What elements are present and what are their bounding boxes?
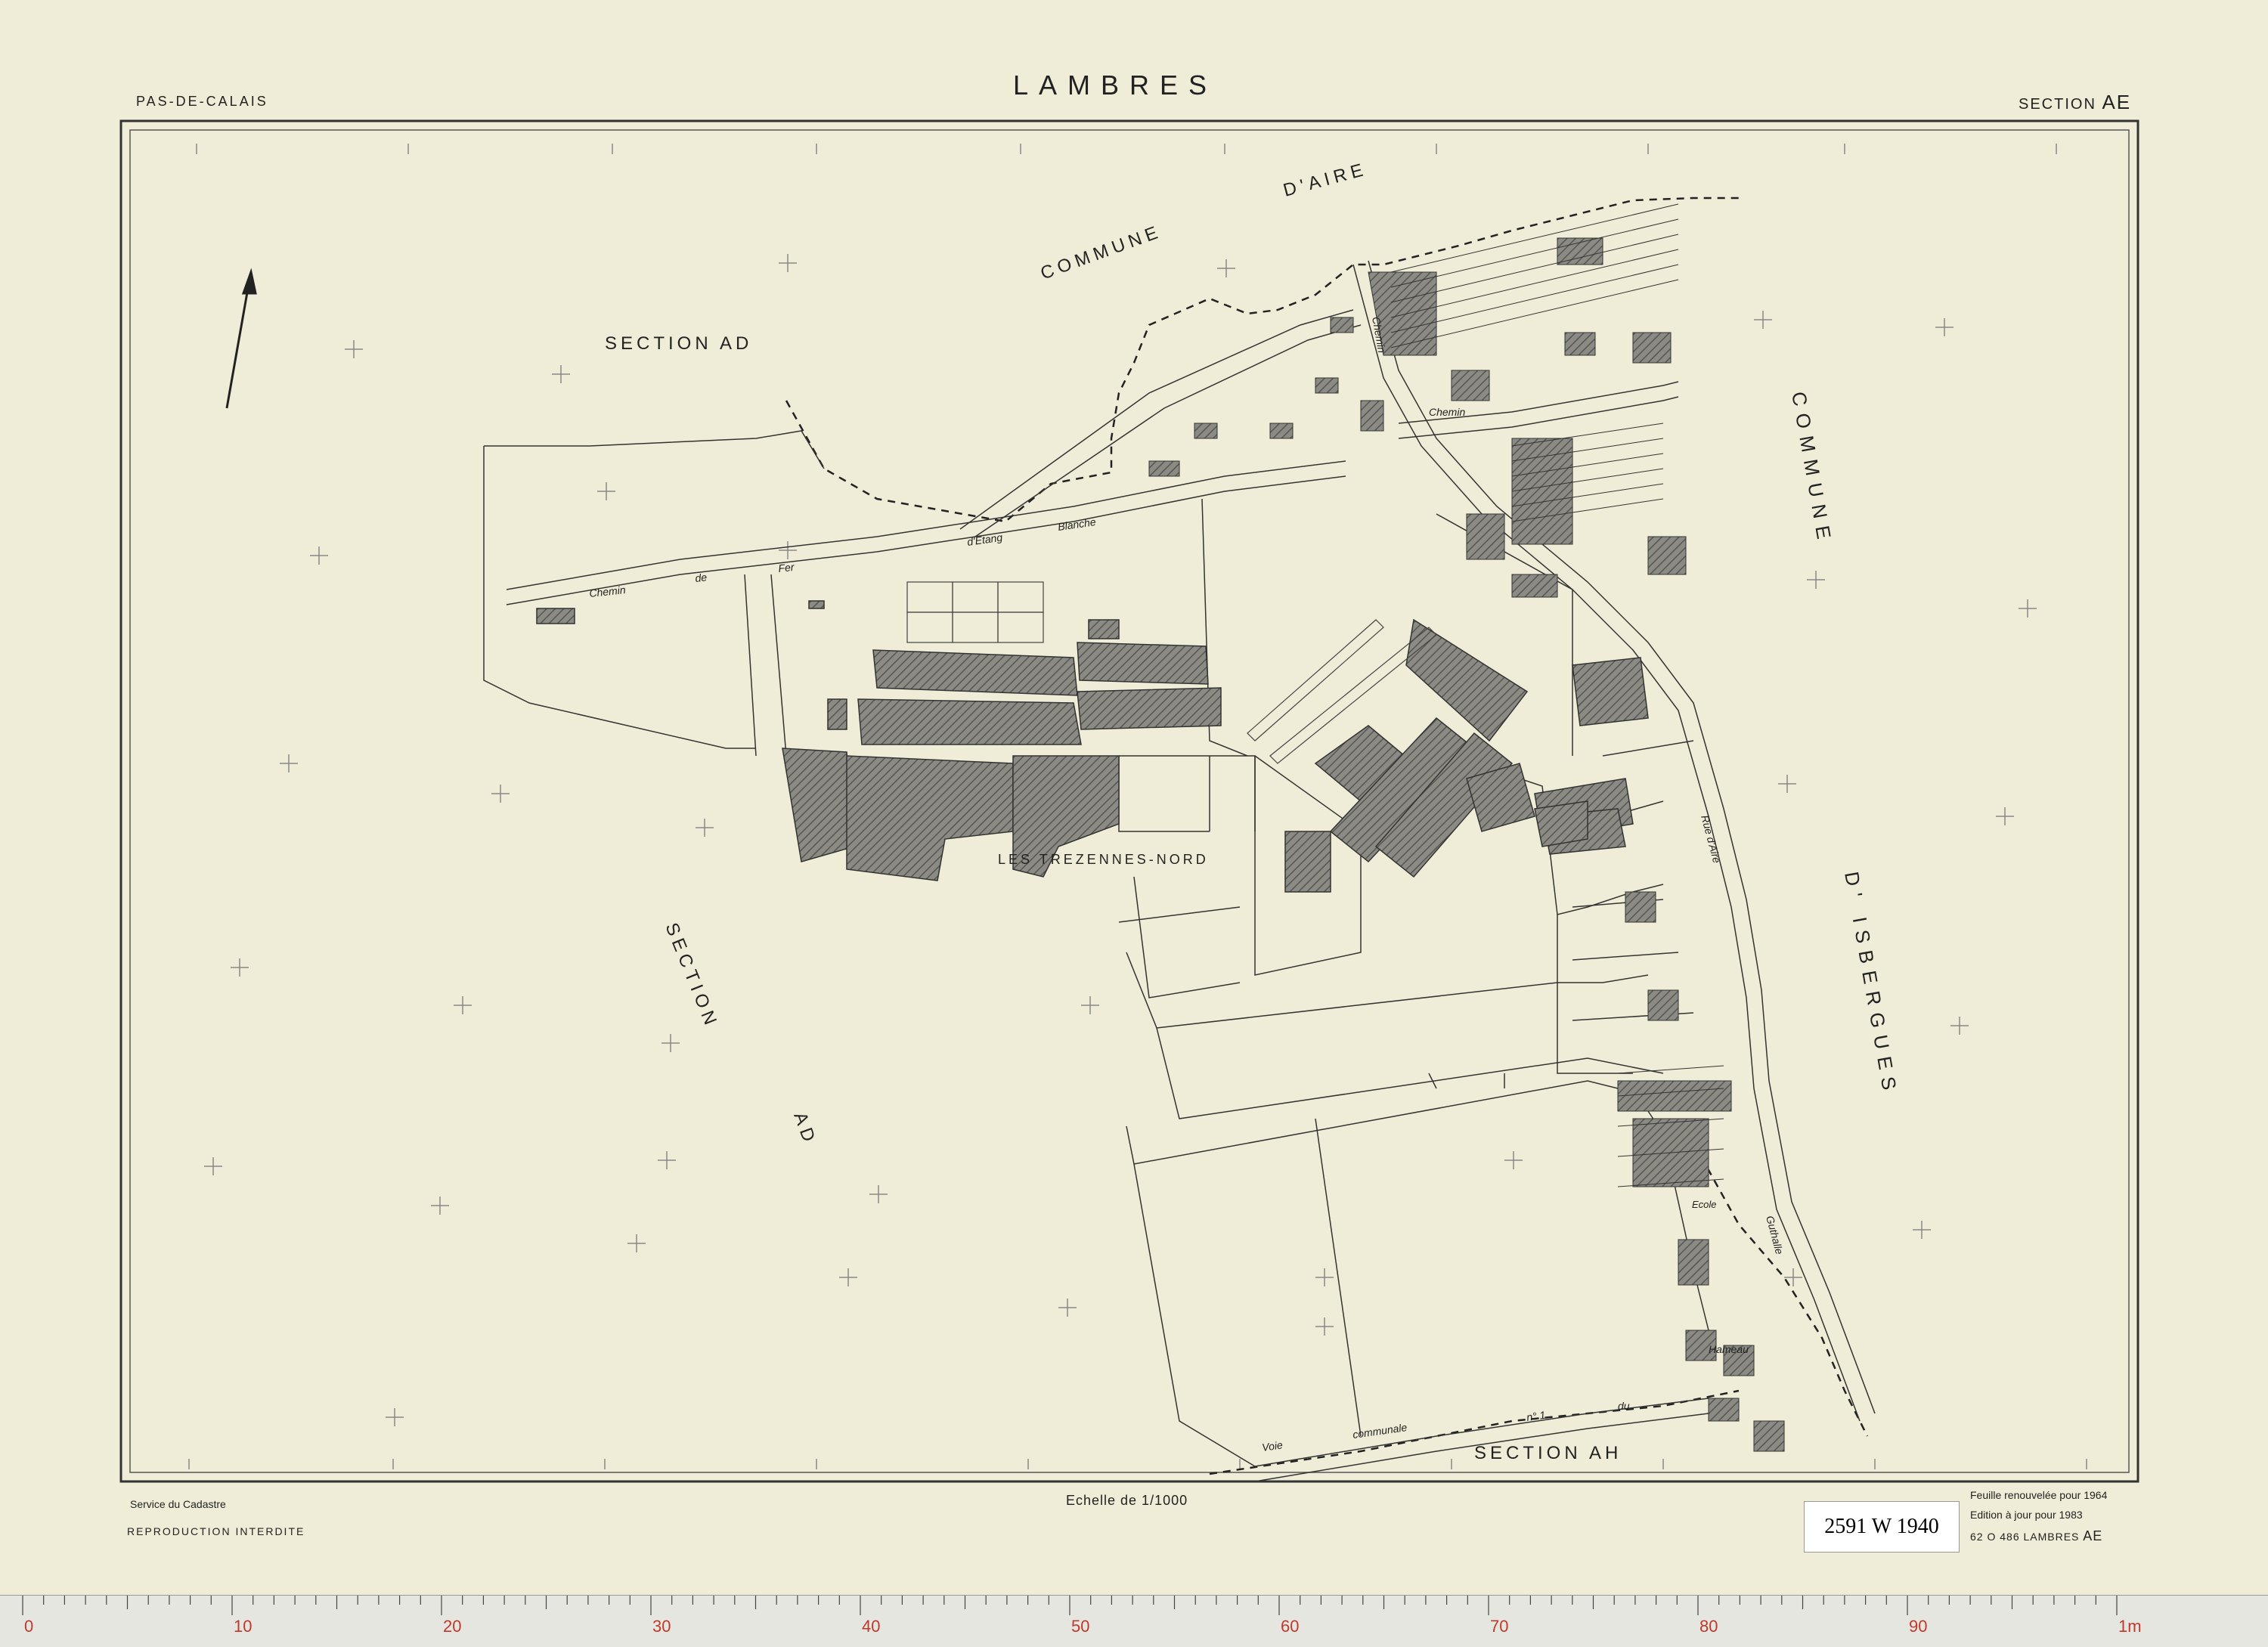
archive-stamp: 2591 W 1940 <box>1804 1501 1960 1553</box>
scale-label: Echelle de 1/1000 <box>1066 1493 1188 1508</box>
ruler-ticks: 0 10 20 30 40 50 60 70 80 90 1m <box>22 1596 2142 1636</box>
reference-section: AE <box>2083 1528 2103 1543</box>
ruler-label: 1m <box>2118 1617 2142 1636</box>
label-du: du <box>1618 1400 1630 1412</box>
ruler-label: 80 <box>1699 1617 1718 1636</box>
renewed-label: Feuille renouvelée pour 1964 <box>1970 1489 2108 1501</box>
map-drawing: COMMUNE D'AIRE SECTION AD SECTION AD COM… <box>119 119 2139 1483</box>
village-buildings <box>1148 237 1785 1452</box>
map-frame-inner <box>129 129 2130 1473</box>
reproduction-label: REPRODUCTION INTERDITE <box>127 1525 305 1537</box>
label-commune-aire-1: COMMUNE <box>1038 221 1165 284</box>
map-frame-outer <box>119 119 2139 1483</box>
ruler-label: 0 <box>24 1617 33 1636</box>
label-blanche: Blanche <box>1057 515 1097 533</box>
ruler-label: 60 <box>1281 1617 1299 1636</box>
ruler-label: 30 <box>652 1617 671 1636</box>
label-section-ad-left-2: AD <box>789 1110 820 1149</box>
ruler-label: 20 <box>443 1617 461 1636</box>
measuring-ruler: 0 10 20 30 40 50 60 70 80 90 1m <box>0 1595 2268 1647</box>
label-section-ad-left-1: SECTION <box>661 920 722 1032</box>
ruler-label: 90 <box>1909 1617 1927 1636</box>
buildings <box>536 600 1649 893</box>
label-commune-aire-2: D'AIRE <box>1281 159 1370 201</box>
north-arrow-icon <box>225 268 257 409</box>
ruler-label: 70 <box>1490 1617 1508 1636</box>
label-hameau: Hameau <box>1709 1343 1749 1355</box>
label-fer: Fer <box>778 561 796 574</box>
reference-text: 62 O 486 LAMBRES <box>1970 1531 2080 1543</box>
label-rue-aire: Rue d'Aire <box>1699 814 1723 865</box>
road-network <box>483 260 1876 1482</box>
label-ecole: Ecole <box>1692 1199 1717 1210</box>
label-n1: n° 1 <box>1526 1409 1546 1423</box>
service-label: Service du Cadastre <box>130 1498 226 1510</box>
label-etang: d'Etang <box>966 531 1003 548</box>
label-chemin-2: Chemin <box>1429 406 1465 418</box>
label-section-ah: SECTION AH <box>1474 1443 1622 1463</box>
edition-label: Edition à jour pour 1983 <box>1970 1509 2083 1521</box>
ruler-label: 10 <box>234 1617 252 1636</box>
label-guthalle: Guthalle <box>1764 1215 1786 1256</box>
label-communale: communale <box>1352 1421 1408 1441</box>
reference-label: 62 O 486 LAMBRES AE <box>1970 1528 2102 1544</box>
label-chemin-fer: Chemin <box>589 584 627 599</box>
label-voie: Voie <box>1261 1438 1284 1454</box>
label-section-ad-top: SECTION AD <box>605 333 752 354</box>
cadastral-sheet: LAMBRES PAS-DE-CALAIS SECTION AE COMMUNE… <box>0 0 2268 1647</box>
ruler-label: 40 <box>862 1617 880 1636</box>
label-de-fer: de <box>695 571 708 584</box>
label-commune-isbergues-1: COMMUNE <box>1787 390 1837 548</box>
label-locality: LES TREZENNES-NORD <box>998 852 1209 867</box>
label-commune-isbergues-2: D' ISBERGUES <box>1840 870 1902 1099</box>
ruler-label: 50 <box>1071 1617 1089 1636</box>
